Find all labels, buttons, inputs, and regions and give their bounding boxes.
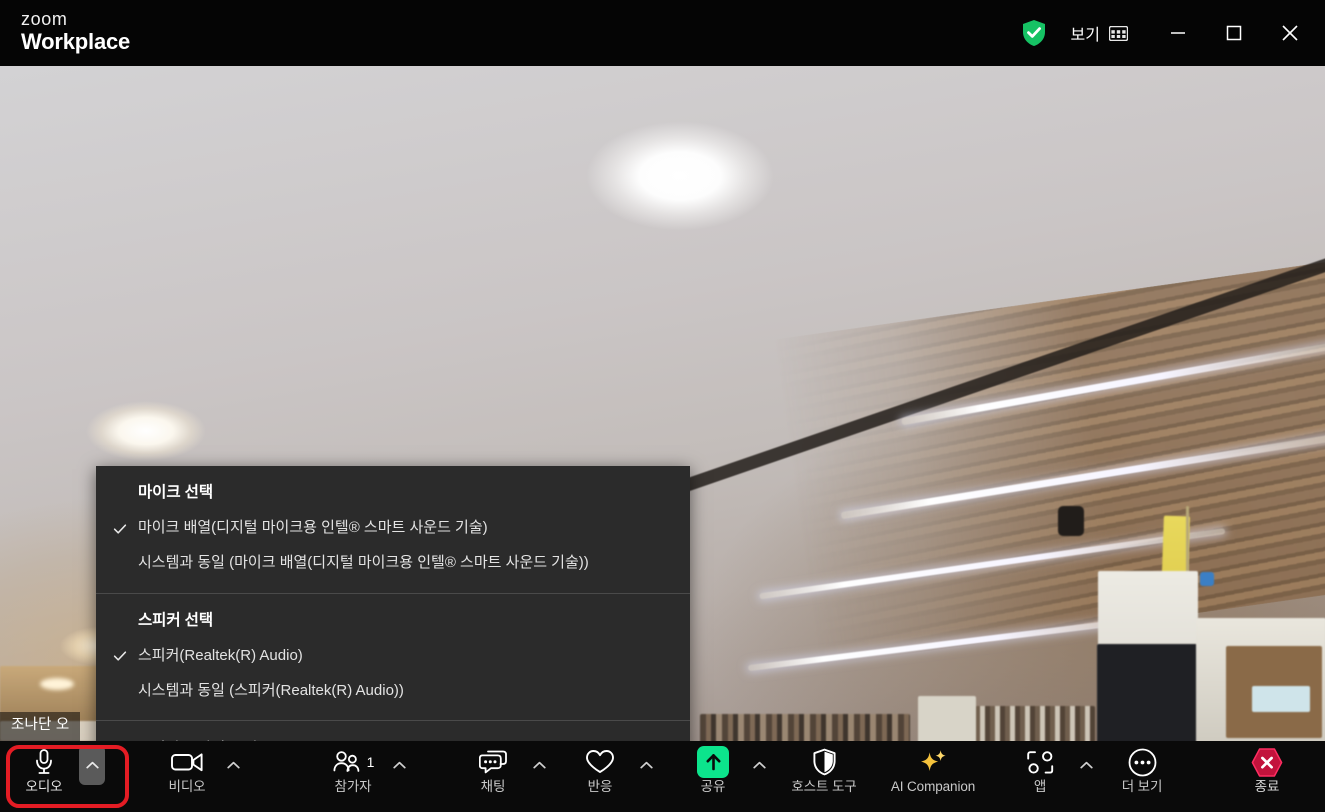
audio-button-label: 오디오 [25, 779, 63, 794]
title-bar: zoom Workplace 보기 [0, 0, 1325, 66]
end-call-hexagon-icon [1250, 747, 1284, 777]
shelf-panel-decoration [918, 696, 976, 741]
audio-actions-section: 스피커 & 마이크 테스트... 컴퓨터 오디오 나가기 [96, 721, 690, 741]
meeting-toolbar: 오디오 비디오 1 참가자 채팅 반응 공유 호스트 도구 AI Compani… [0, 741, 1325, 812]
reactions-control-group: 반응 [565, 741, 657, 812]
speaker-option-item[interactable]: 스피커(Realtek(R) Audio) [96, 639, 690, 674]
chat-control-group: 채팅 [458, 741, 550, 812]
share-options-caret[interactable] [748, 750, 770, 780]
end-control-group: 종료 [1232, 741, 1302, 812]
video-button-label: 비디오 [168, 779, 206, 794]
participants-control-group: 1 참가자 [318, 741, 410, 812]
maximize-button[interactable] [1211, 0, 1257, 66]
audio-options-menu[interactable]: 마이크 선택 마이크 배열(디지털 마이크용 인텔® 스마트 사운드 기술) 시… [96, 466, 690, 741]
apps-button[interactable]: 앱 [1005, 741, 1075, 799]
speaker-option-label: 스피커(Realtek(R) Audio) [138, 646, 303, 664]
chat-bubble-icon [478, 747, 508, 777]
books-row-decoration [975, 706, 1095, 741]
ai-companion-button[interactable]: AI Companion [868, 741, 998, 799]
host-tools-label: 호스트 도구 [791, 779, 857, 794]
sparkle-icon [918, 747, 948, 777]
mic-option-item[interactable]: 시스템과 동일 (마이크 배열(디지털 마이크용 인텔® 스마트 사운드 기술)… [96, 546, 690, 581]
reactions-button-label: 반응 [587, 779, 613, 794]
zoom-workplace-logo: zoom Workplace [21, 10, 130, 53]
more-dots-icon [1128, 747, 1157, 777]
sign-pole-decoration [1186, 506, 1189, 576]
view-button[interactable]: 보기 [1063, 15, 1135, 51]
brand-zoom-text: zoom [21, 9, 68, 29]
reactions-options-caret[interactable] [635, 750, 657, 780]
shield-check-icon[interactable] [1019, 18, 1049, 48]
close-button[interactable] [1267, 0, 1313, 66]
test-speaker-mic-label: 스피커 & 마이크 테스트... [138, 740, 297, 741]
speaker-section-title: 스피커 선택 [138, 611, 214, 629]
audio-button[interactable]: 오디오 [9, 741, 79, 799]
participants-button-label: 참가자 [334, 779, 372, 794]
share-button-label: 공유 [700, 779, 726, 794]
track-light-decoration [1058, 506, 1084, 536]
share-button[interactable]: 공유 [678, 741, 748, 799]
lamp-glow-decoration [40, 678, 74, 690]
speaker-option-item[interactable]: 시스템과 동일 (스피커(Realtek(R) Audio)) [96, 674, 690, 709]
participant-name-label: 조나단 오 [0, 711, 81, 741]
microphone-section-title: 마이크 선택 [138, 484, 214, 501]
apps-icon [1026, 747, 1055, 777]
host-tools-button[interactable]: 호스트 도구 [772, 741, 876, 799]
check-icon [113, 522, 127, 536]
mic-option-item[interactable]: 마이크 배열(디지털 마이크용 인텔® 스마트 사운드 기술) [96, 511, 690, 546]
video-camera-icon [170, 747, 204, 777]
participants-icon: 1 [332, 747, 375, 777]
shelf-item-decoration [1252, 686, 1310, 712]
minimize-button[interactable] [1155, 0, 1201, 66]
share-screen-arrow-icon [697, 746, 729, 778]
audio-options-caret[interactable] [79, 745, 105, 785]
participants-options-caret[interactable] [388, 750, 410, 780]
speaker-section: 스피커 선택 스피커(Realtek(R) Audio) 시스템과 동일 (스피… [96, 594, 690, 721]
end-meeting-label: 종료 [1254, 779, 1280, 794]
chat-options-caret[interactable] [528, 750, 550, 780]
more-button-label: 더 보기 [1121, 779, 1163, 794]
audio-cell: 오디오 [3, 741, 129, 808]
end-meeting-button[interactable]: 종료 [1232, 741, 1302, 799]
blue-marker-decoration [1200, 572, 1214, 586]
shield-icon [812, 747, 837, 777]
brand-workplace-text: Workplace [21, 29, 131, 54]
video-button[interactable]: 비디오 [152, 741, 222, 799]
apps-button-label: 앱 [1033, 779, 1047, 794]
books-row-decoration [700, 714, 910, 741]
view-button-label: 보기 [1070, 27, 1100, 44]
check-icon [113, 649, 127, 663]
apps-options-caret[interactable] [1075, 750, 1097, 780]
host-tools-group: 호스트 도구 [772, 741, 876, 812]
grid-layout-icon [1108, 25, 1129, 42]
audio-control-group: 오디오 [3, 741, 129, 812]
chat-button[interactable]: 채팅 [458, 741, 528, 799]
ai-companion-label: AI Companion [890, 779, 976, 794]
video-options-caret[interactable] [222, 750, 244, 780]
heart-icon [585, 747, 615, 777]
participants-count: 1 [366, 754, 375, 770]
mic-option-label: 마이크 배열(디지털 마이크용 인텔® 스마트 사운드 기술) [138, 519, 488, 536]
chat-button-label: 채팅 [480, 779, 506, 794]
test-speaker-mic-item[interactable]: 스피커 & 마이크 테스트... [96, 732, 690, 741]
video-control-group: 비디오 [152, 741, 244, 812]
microphone-section: 마이크 선택 마이크 배열(디지털 마이크용 인텔® 스마트 사운드 기술) 시… [96, 466, 690, 593]
speaker-option-label: 시스템과 동일 (스피커(Realtek(R) Audio)) [138, 681, 404, 699]
share-control-group: 공유 [678, 741, 770, 812]
more-button[interactable]: 더 보기 [1100, 741, 1184, 799]
video-stage[interactable]: 조나단 오 마이크 선택 마이크 배열(디지털 마이크용 인텔® 스마트 사운드… [0, 66, 1325, 741]
zoom-meeting-window: zoom Workplace 보기 조나단 오 마이크 선택 마이크 배열(디지… [0, 0, 1325, 812]
title-bar-controls: 보기 [1019, 0, 1325, 66]
apps-control-group: 앱 [1005, 741, 1097, 812]
reactions-button[interactable]: 반응 [565, 741, 635, 799]
ceiling-slats-decoration [770, 262, 1325, 667]
mic-option-label: 시스템과 동일 (마이크 배열(디지털 마이크용 인텔® 스마트 사운드 기술)… [138, 554, 589, 572]
participants-button[interactable]: 1 참가자 [318, 741, 388, 799]
ai-companion-group: AI Companion [868, 741, 998, 812]
more-control-group: 더 보기 [1100, 741, 1184, 812]
microphone-icon [32, 747, 56, 777]
